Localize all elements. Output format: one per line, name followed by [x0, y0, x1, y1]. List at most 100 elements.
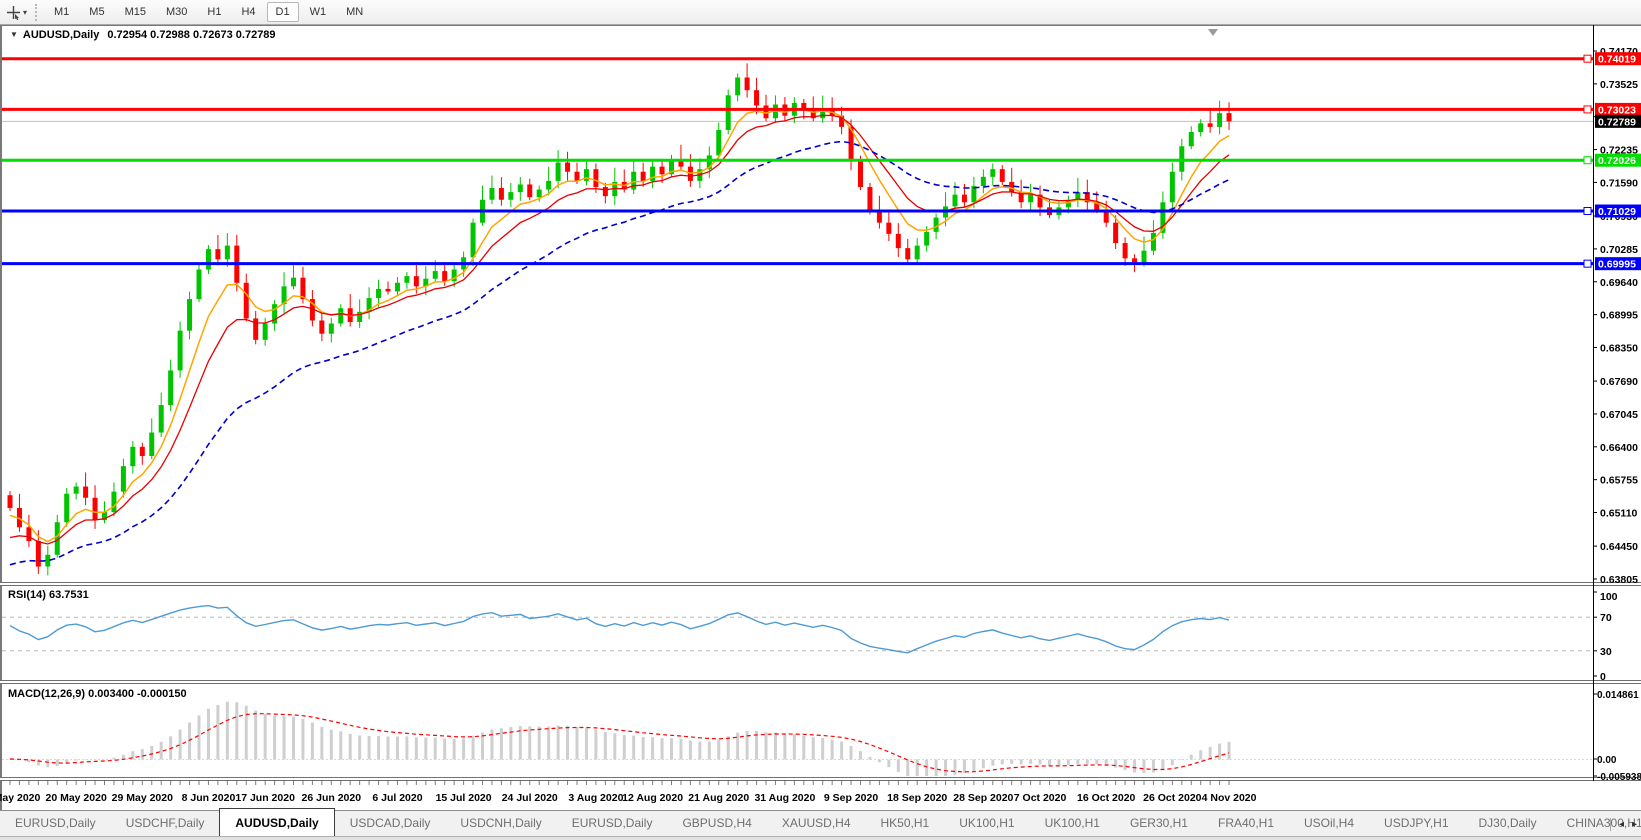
tab-fra40-h1[interactable]: FRA40,H1: [1203, 811, 1289, 836]
date-label: 11 May 2020: [0, 792, 41, 804]
level-price-flag-text: 0.72026: [1598, 155, 1636, 167]
tab-xauusd-h4[interactable]: XAUUSD,H4: [767, 811, 866, 836]
tab-usoil-h4[interactable]: USOil,H4: [1289, 811, 1369, 836]
level-line-handle[interactable]: [1583, 259, 1592, 268]
candle-up: [149, 432, 155, 456]
date-axis: 11 May 2020 20 May 2020 29 May 2020 8 Jun 2…: [0, 781, 1257, 804]
level-line-handle[interactable]: [1583, 156, 1592, 165]
date-label: 6 Jul 2020: [372, 792, 422, 804]
date-label: 4 Nov 2020: [1202, 792, 1257, 804]
level-lines: [2, 57, 1593, 266]
price-tick-label: 0.73525: [1600, 79, 1638, 91]
candle-down: [26, 527, 32, 542]
candle-down: [1009, 181, 1015, 193]
candle-up: [933, 217, 939, 232]
chart-dropdown-icon[interactable]: ▼: [10, 30, 18, 39]
macd-signal-line: [9, 713, 1230, 773]
tab-audusd-daily[interactable]: AUDUSD,Daily: [219, 808, 335, 836]
tab-usdcad-daily[interactable]: USDCAD,Daily: [335, 811, 446, 836]
timeframe-m1-button[interactable]: M1: [45, 2, 78, 22]
candle-down: [999, 169, 1005, 182]
candle-up: [716, 129, 722, 156]
macd-tick-label: 0.00: [1597, 755, 1617, 766]
tab-eurusd-daily[interactable]: EURUSD,Daily: [557, 811, 668, 836]
tool-dropdown-caret-icon[interactable]: ▾: [23, 8, 27, 17]
candle-down: [35, 541, 41, 567]
chart-shift-marker-icon: [1208, 29, 1218, 36]
candle-down: [319, 320, 325, 334]
candle-down: [300, 277, 306, 300]
date-label: 15 Jul 2020: [436, 792, 492, 804]
level-line-handle[interactable]: [1583, 54, 1592, 63]
tab-usdchf-daily[interactable]: USDCHF,Daily: [111, 811, 220, 836]
crosshair-icon: [7, 5, 20, 20]
timeframe-d1-button[interactable]: D1: [266, 2, 299, 22]
chart-ohlc-values: 0.72954 0.72988 0.72673 0.72789: [107, 29, 276, 41]
tab-hk50-h1[interactable]: HK50,H1: [866, 811, 945, 836]
date-label: 16 Oct 2020: [1077, 792, 1136, 804]
candle-down: [763, 105, 769, 119]
candle-up: [196, 269, 202, 300]
date-label: 26 Jun 2020: [302, 792, 362, 804]
tab-dj30-daily[interactable]: DJ30,Daily: [1464, 811, 1552, 836]
candle-down: [886, 222, 892, 234]
tab-scroll-right-icon[interactable]: ▸: [1632, 819, 1637, 830]
candlesticks: [7, 63, 1232, 576]
chart-tab-bar: EURUSD,Daily USDCHF,Daily AUDUSD,Daily USDC…: [0, 808, 1641, 837]
chart-symbol: AUDUSD,Daily: [22, 29, 100, 41]
tab-scroll-arrows: ◂ ▸: [1609, 811, 1637, 837]
ma-mid-line: [9, 114, 1230, 545]
candle-up: [45, 554, 51, 567]
price-tick-label: 0.71590: [1600, 177, 1638, 189]
candle-down: [498, 188, 504, 200]
candle-up: [328, 323, 334, 334]
tab-scroll-left-icon[interactable]: ◂: [1619, 819, 1624, 830]
candle-down: [1113, 222, 1119, 244]
date-label: 29 May 2020: [112, 792, 173, 804]
timeframe-h1-button[interactable]: H1: [198, 2, 230, 22]
candle-up: [130, 446, 136, 467]
candle-up: [111, 491, 117, 513]
toolbar-grip[interactable]: [35, 3, 39, 21]
candle-up: [517, 184, 523, 193]
date-label: 9 Sep 2020: [824, 792, 878, 804]
candle-down: [574, 171, 580, 181]
rsi-panel: 100 70 30 0: [2, 591, 1618, 683]
tab-ger30-h1[interactable]: GER30,H1: [1115, 811, 1203, 836]
timeframe-m30-button[interactable]: M30: [157, 2, 196, 22]
timeframe-m15-button[interactable]: M15: [116, 2, 155, 22]
price-tick-label: 0.67045: [1600, 409, 1638, 421]
tab-usdcnh-daily[interactable]: USDCNH,Daily: [445, 811, 556, 836]
chart-cursor-tool-button[interactable]: ▾: [0, 3, 31, 22]
candle-up: [376, 288, 382, 299]
candle-up: [73, 486, 79, 494]
timeframe-w1-button[interactable]: W1: [301, 2, 336, 22]
candle-up: [1141, 250, 1147, 264]
tab-usdjpy-h1[interactable]: USDJPY,H1: [1369, 811, 1463, 836]
tab-gbpusd-h4[interactable]: GBPUSD,H4: [667, 811, 766, 836]
timeframe-m5-button[interactable]: M5: [80, 2, 113, 22]
level-price-flag-text: 0.74019: [1598, 54, 1636, 66]
rsi-indicator-label: RSI(14) 63.7531: [8, 589, 89, 601]
timeframe-mn-button[interactable]: MN: [337, 2, 372, 22]
timeframe-h4-button[interactable]: H4: [232, 2, 264, 22]
level-line-handle[interactable]: [1583, 105, 1592, 114]
chart-canvas[interactable]: 0.741700.735250.728800.722350.715900.709…: [0, 0, 1641, 840]
candle-up: [980, 176, 986, 186]
candle-down: [385, 288, 391, 292]
candle-up: [394, 282, 400, 292]
price-tick-label: 0.67690: [1600, 376, 1638, 388]
candle-up: [1198, 123, 1204, 132]
level-line-handle[interactable]: [1583, 207, 1592, 216]
tab-uk100-h1[interactable]: UK100,H1: [1030, 811, 1115, 836]
candle-up: [432, 271, 438, 279]
date-label: 31 Aug 2020: [754, 792, 815, 804]
tab-uk100-h1[interactable]: UK100,H1: [944, 811, 1029, 836]
ma-slow-line: [9, 140, 1230, 566]
candle-up: [120, 466, 126, 492]
date-label: 3 Aug 2020: [568, 792, 623, 804]
date-label: 12 Aug 2020: [622, 792, 683, 804]
candle-up: [952, 194, 958, 207]
tab-eurusd-daily[interactable]: EURUSD,Daily: [0, 811, 111, 836]
date-label: 18 Sep 2020: [887, 792, 947, 804]
